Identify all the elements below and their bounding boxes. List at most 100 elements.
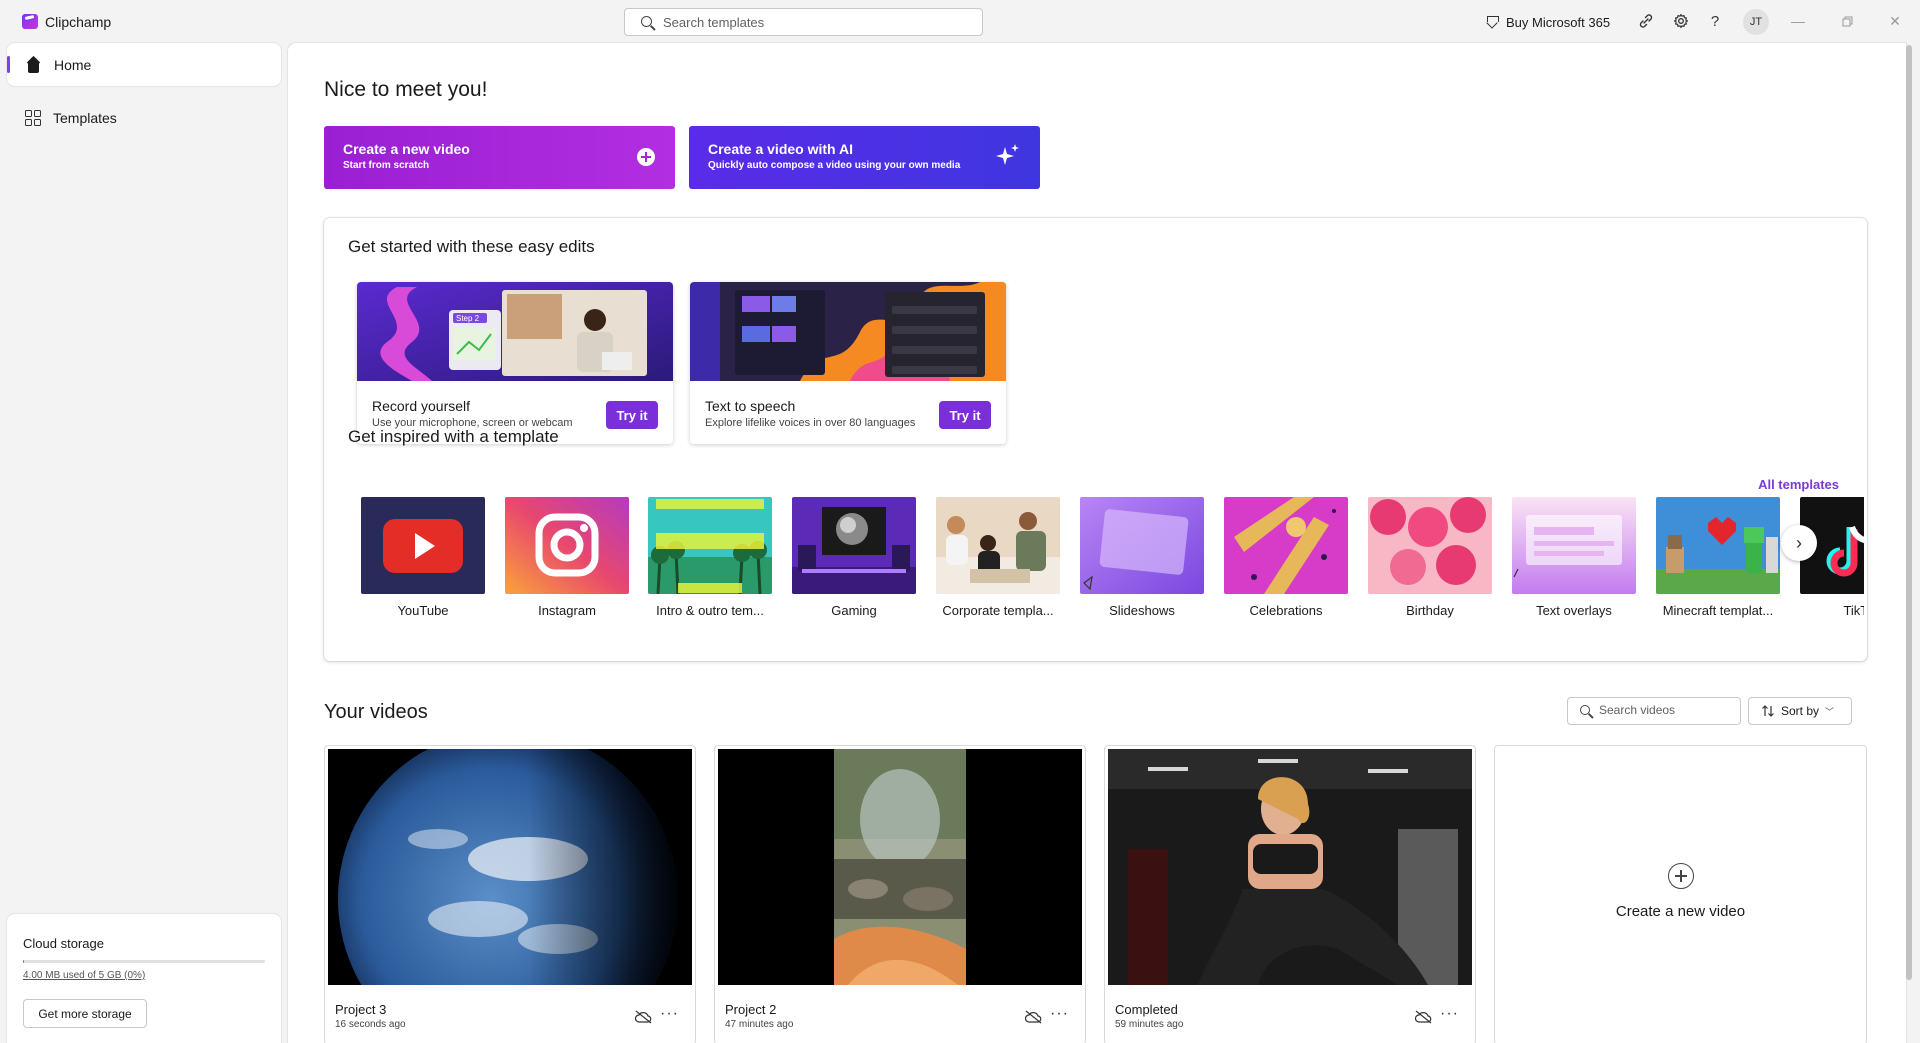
sort-by-label: Sort by bbox=[1781, 704, 1820, 718]
cta-subtitle: Quickly auto compose a video using your … bbox=[708, 160, 961, 171]
scrollbar[interactable] bbox=[1906, 45, 1912, 980]
create-new-video-button[interactable]: Create a new video Start from scratch bbox=[324, 126, 675, 189]
user-avatar[interactable]: JT bbox=[1743, 9, 1769, 35]
template-label: Celebrations bbox=[1249, 603, 1323, 618]
video-timestamp: 16 seconds ago bbox=[335, 1019, 406, 1030]
clipchamp-logo-icon bbox=[22, 14, 38, 29]
gaming-thumbnail bbox=[792, 497, 916, 594]
more-options-icon[interactable]: ··· bbox=[1050, 1005, 1069, 1023]
title-bar: Clipchamp Buy Microsoft 365 ? JT — ✕ bbox=[0, 0, 1920, 43]
cloud-storage-card: Cloud storage 4.00 MB used of 5 GB (0%) … bbox=[7, 914, 281, 1043]
plus-circle-icon bbox=[637, 148, 655, 166]
sidebar-item-home[interactable]: Home bbox=[7, 43, 281, 86]
templates-heading: Get inspired with a template bbox=[348, 427, 559, 446]
templates-icon bbox=[25, 109, 41, 126]
cloud-off-icon[interactable] bbox=[635, 1010, 652, 1024]
chevron-down-icon: ﹀ bbox=[1825, 706, 1835, 717]
template-text-overlays[interactable]: Text overlays bbox=[1512, 497, 1636, 618]
sort-arrows-icon bbox=[1762, 705, 1774, 717]
card-title: Text to speech bbox=[705, 398, 796, 414]
share-icon[interactable] bbox=[1636, 11, 1656, 31]
video-thumbnail bbox=[718, 749, 1082, 985]
text-overlays-thumbnail bbox=[1512, 497, 1636, 594]
template-search[interactable] bbox=[624, 8, 983, 36]
create-new-video-card[interactable]: Create a new video bbox=[1494, 745, 1867, 1043]
diamond-icon bbox=[1486, 16, 1499, 28]
storage-usage-link[interactable]: 4.00 MB used of 5 GB (0%) bbox=[23, 970, 145, 981]
sidebar-item-templates[interactable]: Templates bbox=[7, 96, 281, 139]
video-card-project-2[interactable]: Project 2 47 minutes ago ··· bbox=[714, 745, 1086, 1043]
help-icon[interactable]: ? bbox=[1705, 11, 1725, 31]
record-yourself-card[interactable]: Step 2 Record yourself Use your micropho… bbox=[357, 282, 673, 444]
template-label: Gaming bbox=[831, 603, 877, 618]
template-label: Intro & outro tem... bbox=[656, 603, 764, 618]
celebrations-thumbnail bbox=[1224, 497, 1348, 594]
youtube-thumbnail bbox=[361, 497, 485, 594]
minimize-icon[interactable]: — bbox=[1786, 11, 1810, 31]
card-title: Record yourself bbox=[372, 398, 471, 414]
cloud-off-icon[interactable] bbox=[1415, 1010, 1432, 1024]
get-more-storage-button[interactable]: Get more storage bbox=[23, 999, 147, 1028]
template-label: TikTok bbox=[1843, 603, 1864, 618]
video-card-completed[interactable]: Completed 59 minutes ago ··· bbox=[1104, 745, 1476, 1043]
template-instagram[interactable]: Instagram bbox=[505, 497, 629, 618]
template-carousel: YouTube Instagram Intro & outro tem... G… bbox=[361, 497, 1864, 627]
template-search-input[interactable] bbox=[663, 13, 963, 31]
template-label: YouTube bbox=[397, 603, 449, 618]
chevron-right-icon: › bbox=[1796, 532, 1802, 553]
try-text-to-speech-button[interactable]: Try it bbox=[939, 401, 991, 429]
buy-microsoft-365-label: Buy Microsoft 365 bbox=[1506, 14, 1611, 30]
page-title: Nice to meet you! bbox=[324, 78, 488, 101]
close-icon[interactable]: ✕ bbox=[1883, 11, 1907, 31]
record-yourself-thumbnail: Step 2 bbox=[357, 282, 673, 381]
cta-title: Create a new video bbox=[343, 141, 470, 157]
buy-microsoft-365-button[interactable]: Buy Microsoft 365 bbox=[1486, 12, 1610, 32]
get-started-panel: Get started with these easy edits Step 2… bbox=[324, 218, 1867, 661]
home-icon bbox=[25, 57, 42, 73]
instagram-thumbnail bbox=[505, 497, 629, 594]
corporate-thumbnail bbox=[936, 497, 1060, 594]
video-thumbnail bbox=[1108, 749, 1472, 985]
template-celebrations[interactable]: Celebrations bbox=[1224, 497, 1348, 618]
search-icon bbox=[1580, 705, 1590, 715]
search-icon bbox=[641, 16, 652, 27]
cloud-storage-title: Cloud storage bbox=[23, 936, 104, 951]
sidebar: Home Templates Cloud storage 4.00 MB use… bbox=[0, 43, 288, 1043]
video-title: Project 3 bbox=[335, 1002, 387, 1017]
template-label: Instagram bbox=[538, 603, 596, 618]
settings-gear-icon[interactable] bbox=[1671, 11, 1691, 31]
create-video-with-ai-button[interactable]: Create a video with AI Quickly auto comp… bbox=[689, 126, 1040, 189]
slideshows-thumbnail bbox=[1080, 497, 1204, 594]
try-record-yourself-button[interactable]: Try it bbox=[606, 401, 658, 429]
template-corporate[interactable]: Corporate templa... bbox=[936, 497, 1060, 618]
plus-circle-icon bbox=[1668, 863, 1694, 889]
more-options-icon[interactable]: ··· bbox=[660, 1005, 679, 1023]
template-youtube[interactable]: YouTube bbox=[361, 497, 485, 618]
template-label: Slideshows bbox=[1109, 603, 1175, 618]
text-to-speech-card[interactable]: Text to speech Explore lifelike voices i… bbox=[690, 282, 1006, 444]
sparkle-icon bbox=[996, 144, 1019, 165]
template-label: Text overlays bbox=[1536, 603, 1612, 618]
create-new-video-label: Create a new video bbox=[1615, 903, 1746, 920]
template-minecraft[interactable]: Minecraft templat... bbox=[1656, 497, 1780, 618]
template-label: Minecraft templat... bbox=[1662, 603, 1774, 618]
step-badge-text: Step 2 bbox=[456, 314, 480, 323]
birthday-thumbnail bbox=[1368, 497, 1492, 594]
template-intro-outro[interactable]: Intro & outro tem... bbox=[648, 497, 772, 618]
carousel-next-button[interactable]: › bbox=[1781, 525, 1817, 561]
video-search-input[interactable] bbox=[1599, 703, 1737, 717]
template-gaming[interactable]: Gaming bbox=[792, 497, 916, 618]
sort-by-button[interactable]: Sort by ﹀ bbox=[1748, 697, 1852, 725]
cloud-off-icon[interactable] bbox=[1025, 1010, 1042, 1024]
template-slideshows[interactable]: Slideshows bbox=[1080, 497, 1204, 618]
restore-icon[interactable] bbox=[1835, 11, 1859, 31]
video-search[interactable] bbox=[1567, 697, 1741, 725]
template-birthday[interactable]: Birthday bbox=[1368, 497, 1492, 618]
template-label: Birthday bbox=[1406, 603, 1454, 618]
main-content: Nice to meet you! Create a new video Sta… bbox=[288, 43, 1906, 1043]
your-videos-heading: Your videos bbox=[324, 701, 428, 723]
all-templates-link[interactable]: All templates bbox=[1758, 477, 1839, 492]
video-card-project-3[interactable]: Project 3 16 seconds ago ··· bbox=[324, 745, 696, 1043]
text-to-speech-thumbnail bbox=[690, 282, 1006, 381]
more-options-icon[interactable]: ··· bbox=[1440, 1005, 1459, 1023]
